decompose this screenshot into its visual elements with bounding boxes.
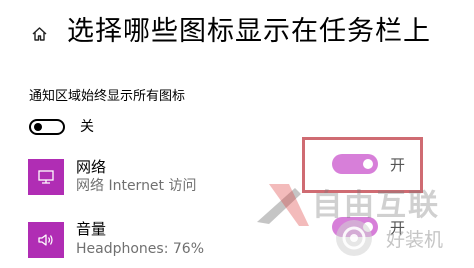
always-show-all-icons-label: 通知区域始终显示所有图标 [29,89,186,104]
volume-name: 音量 [76,220,107,238]
toggle-knob [34,123,42,131]
volume-icon [38,234,53,246]
network-name: 网络 [76,158,107,176]
watermark-circle-logo [336,220,372,256]
always-show-all-icons-state: 关 [80,119,94,135]
page-title: 选择哪些图标显示在任务栏上 [67,16,431,47]
volume-subtitle: Headphones: 76% [76,241,204,257]
always-show-all-icons-toggle[interactable] [29,119,65,135]
network-app-tile [28,159,64,195]
watermark-secondary-text: 好装机 [386,229,444,251]
network-subtitle: 网络 Internet 访问 [76,178,197,194]
volume-app-tile [28,222,64,258]
watermark-text: 自由互联 [312,188,440,223]
network-icon [38,170,54,184]
highlight-annotation-box [302,137,423,193]
home-icon[interactable] [32,27,47,41]
